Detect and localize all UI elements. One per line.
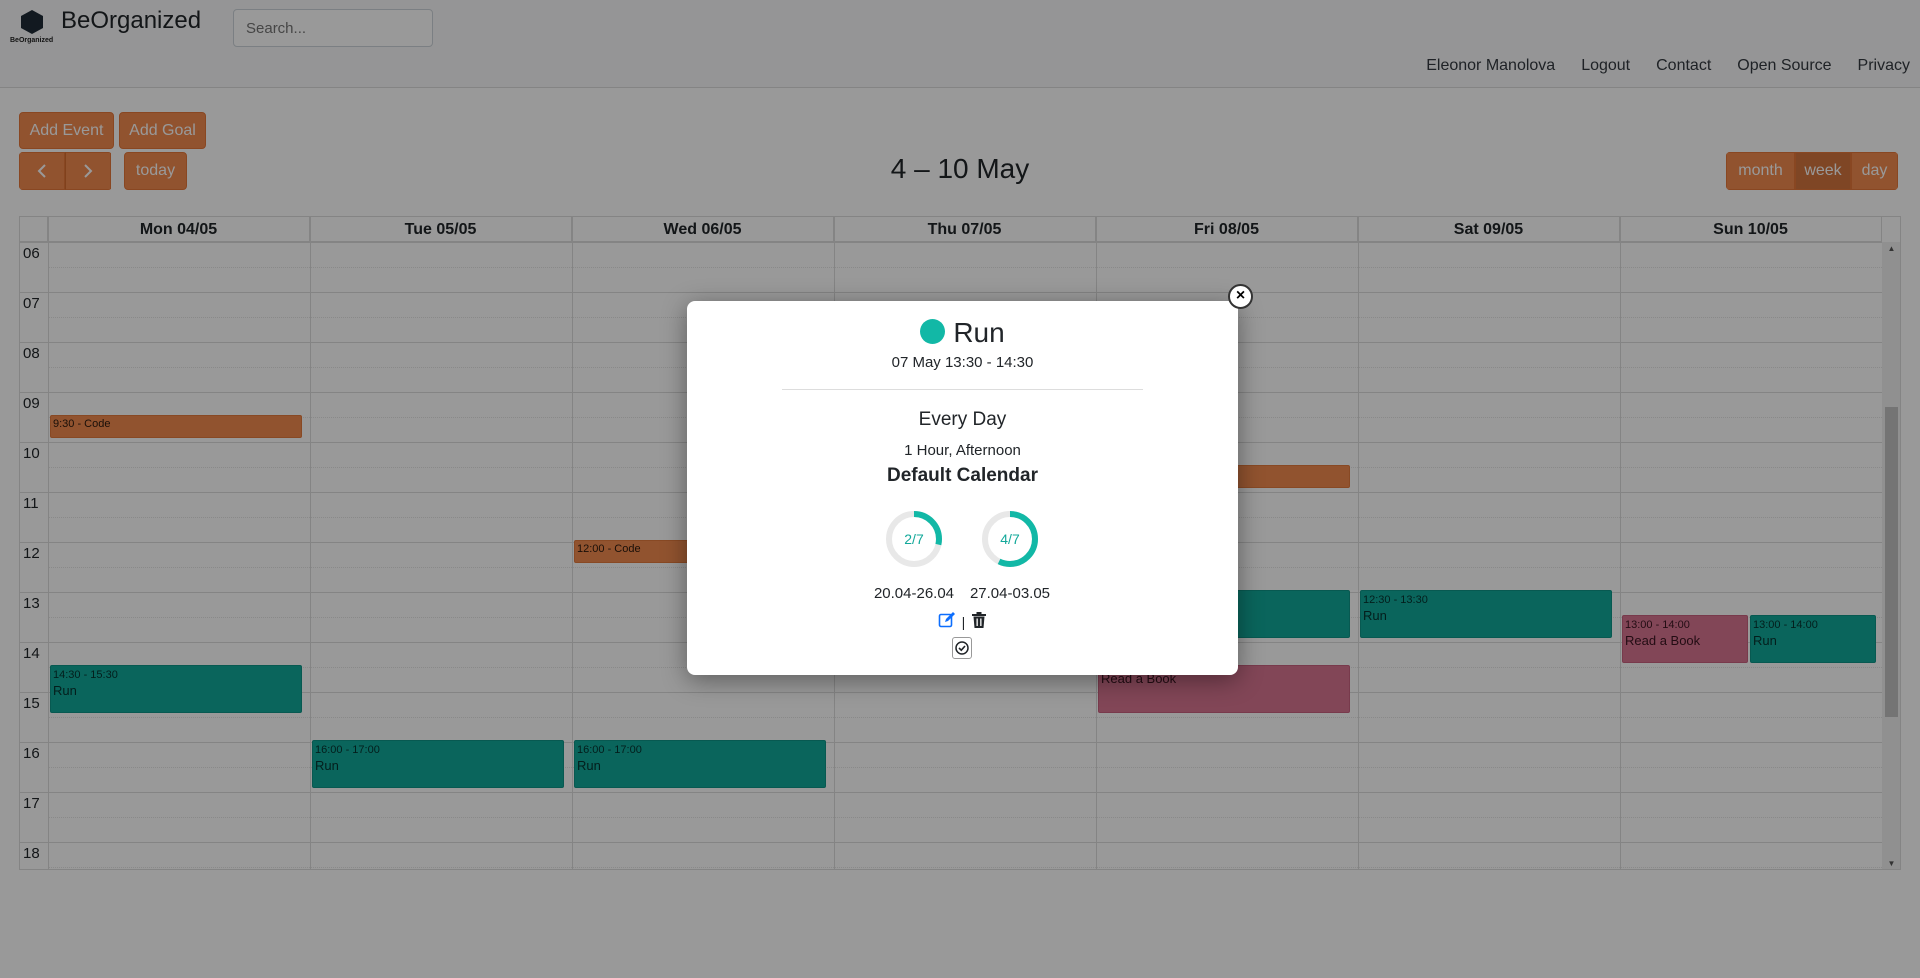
progress-label: 4/7 [1000, 531, 1020, 547]
event-color-dot [920, 319, 946, 344]
action-separator: | [961, 613, 966, 630]
complete-button[interactable] [952, 637, 972, 659]
modal-actions: | [687, 611, 1238, 632]
modal-divider [782, 389, 1143, 390]
progress-week-range: 20.04-26.04 [873, 585, 955, 602]
progress-ring-week2: 4/7 [980, 509, 1040, 569]
modal-title: Run [687, 317, 1238, 349]
modal-frequency: Every Day [918, 409, 1007, 430]
edit-icon[interactable] [938, 611, 956, 632]
close-modal-button[interactable]: × [1228, 284, 1253, 309]
trash-icon[interactable] [971, 611, 987, 632]
progress-week-range: 27.04-03.05 [969, 585, 1051, 602]
progress-ring-week1: 2/7 [884, 509, 944, 569]
modal-event-time: 07 May 13:30 - 14:30 [891, 354, 1034, 371]
modal-calendar-name: Default Calendar [887, 465, 1038, 486]
progress-label: 2/7 [904, 531, 924, 547]
modal-duration: 1 Hour, Afternoon [904, 442, 1021, 459]
modal-title-text: Run [953, 317, 1005, 348]
event-details-modal: Run 07 May 13:30 - 14:30 Every Day 1 Hou… [687, 301, 1238, 675]
check-circle-icon [955, 641, 969, 655]
